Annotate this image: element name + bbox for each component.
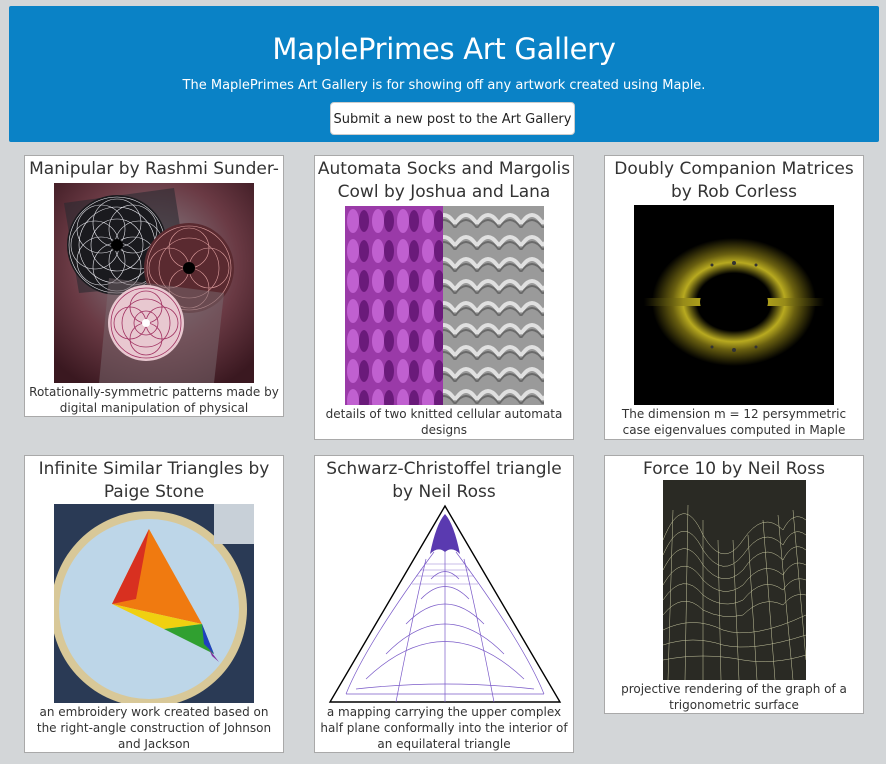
- card-caption: projective rendering of the graph of a t…: [621, 682, 847, 712]
- gallery-card-infinite-triangles[interactable]: Infinite Similar Triangles by Paige Ston…: [24, 455, 284, 753]
- card-title[interactable]: Infinite Similar Triangles by Paige Ston…: [25, 456, 283, 504]
- submit-post-button[interactable]: Submit a new post to the Art Gallery: [330, 102, 575, 135]
- card-caption: Rotationally-symmetric patterns made by …: [29, 385, 279, 415]
- artwork-image[interactable]: [634, 205, 834, 405]
- gallery-card-manipular[interactable]: Manipular by Rashmi Sunder-Raj: [24, 155, 284, 417]
- card-caption: an embroidery work created based on the …: [36, 705, 272, 751]
- page-title: MaplePrimes Art Gallery: [272, 32, 616, 66]
- gallery-card-automata-socks[interactable]: Automata Socks and Margolis Cowl by Josh…: [314, 155, 574, 440]
- card-caption: details of two knitted cellular automata…: [325, 407, 563, 437]
- artwork-image[interactable]: [345, 206, 544, 405]
- artwork-image[interactable]: [326, 504, 564, 704]
- gallery-card-schwarz-christoffel[interactable]: Schwarz-Christoffel triangle by Neil Ros…: [314, 455, 574, 753]
- page-subtitle: The MaplePrimes Art Gallery is for showi…: [182, 78, 706, 93]
- gallery-header: MaplePrimes Art Gallery The MaplePrimes …: [9, 6, 879, 142]
- artwork-image[interactable]: [54, 183, 254, 383]
- card-caption: a mapping carrying the upper complex hal…: [320, 705, 568, 751]
- card-title[interactable]: Schwarz-Christoffel triangle by Neil Ros…: [315, 456, 573, 504]
- card-caption: The dimension m = 12 persymmetric case e…: [621, 407, 847, 437]
- card-title[interactable]: Doubly Companion Matrices by Rob Corless: [605, 156, 863, 204]
- artwork-image[interactable]: [663, 480, 806, 680]
- gallery-card-doubly-companion[interactable]: Doubly Companion Matrices by Rob Corless: [604, 155, 864, 440]
- gallery-card-force-10[interactable]: Force 10 by Neil Ross projective renderi…: [604, 455, 864, 714]
- artwork-image[interactable]: [54, 504, 254, 703]
- card-title[interactable]: Force 10 by Neil Ross: [605, 456, 863, 481]
